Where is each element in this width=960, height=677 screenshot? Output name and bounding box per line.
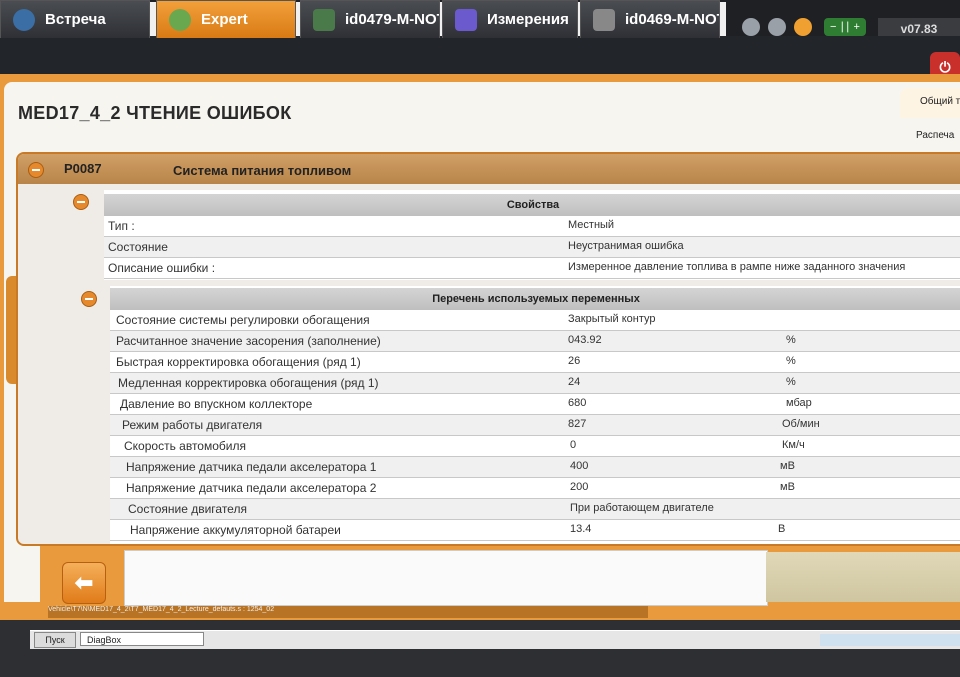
row-label: Давление во впускном коллекторе	[120, 397, 313, 411]
collapse-variables-icon[interactable]	[81, 291, 97, 307]
right-tab-print[interactable]: Распеча	[900, 122, 960, 152]
system-tray	[820, 634, 960, 646]
collapse-properties-icon[interactable]	[73, 194, 89, 210]
table-row: Состояние двигателя При работающем двига…	[110, 499, 960, 520]
table-row: Напряжение датчика педали акселератора 1…	[110, 457, 960, 478]
tab-vstrecha[interactable]: Встреча	[0, 0, 150, 38]
network-icon[interactable]	[768, 18, 786, 36]
tab-label: id0469-M-NOT...	[625, 11, 719, 28]
table-row: Напряжение аккумуляторной батареи 13.4 В	[110, 520, 960, 541]
page-title: MED17_4_2 ЧТЕНИЕ ОШИБОК	[18, 103, 292, 123]
table-row: Состояние Неустранимая ошибка	[104, 237, 960, 258]
tab-expert[interactable]: Expert	[156, 0, 296, 38]
tab-label: Измерения	[487, 11, 569, 28]
properties-section: Свойства Тип : Местный Состояние Неустра…	[104, 190, 960, 280]
tab-label: id0479-M-NOT...	[345, 11, 439, 28]
table-row: Давление во впускном коллекторе 680 мбар	[110, 394, 960, 415]
row-label: Расчитанное значение засорения (заполнен…	[116, 334, 381, 348]
row-unit: %	[786, 334, 796, 346]
tab-id0469[interactable]: id0469-M-NOT...	[580, 0, 720, 38]
collapse-fault-icon[interactable]	[28, 162, 44, 178]
table-row: Медленная корректировка обогащения (ряд …	[110, 373, 960, 394]
table-row: Скорость автомобиля 0 Км/ч	[110, 436, 960, 457]
row-value: 13.4	[570, 523, 592, 535]
row-value: Местный	[568, 219, 615, 231]
row-value: 043.92	[568, 334, 602, 346]
document-icon	[593, 9, 615, 31]
row-value: 24	[568, 376, 581, 388]
right-tab-general[interactable]: Общий т	[900, 88, 960, 118]
row-unit: мВ	[780, 481, 795, 493]
row-value: 200	[570, 481, 589, 493]
document-icon	[313, 9, 335, 31]
variables-section: Перечень используемых переменных Состоян…	[110, 286, 960, 544]
download-icon[interactable]	[742, 18, 760, 36]
row-label: Тип :	[108, 219, 135, 233]
taskbar-item-diagbox[interactable]: DiagBox	[80, 632, 204, 646]
row-label: Напряжение датчика педали акселератора 2	[126, 481, 377, 495]
properties-header: Свойства	[104, 194, 960, 216]
row-label: Описание ошибки :	[108, 261, 216, 275]
table-row: Состояние системы регулировки обогащения…	[110, 310, 960, 331]
fault-description: Система питания топливом	[173, 163, 352, 178]
tab-label: Expert	[201, 11, 248, 28]
row-value: 400	[570, 460, 589, 472]
tab-measurements[interactable]: Измерения	[442, 0, 578, 38]
row-unit: мВ	[780, 460, 795, 472]
message-box	[124, 550, 768, 606]
status-path: Vehicle\T7\N\MED17_4_2\T7_MED17_4_2_Lect…	[48, 606, 648, 618]
row-value: 827	[568, 418, 587, 430]
fault-code: P0087	[64, 161, 102, 176]
row-value: 0	[570, 439, 577, 451]
table-row: Описание ошибки : Измеренное давление то…	[104, 258, 960, 279]
battery-indicator: − ∣∣ +	[824, 18, 866, 36]
row-label: Состояние системы регулировки обогащения	[116, 313, 370, 327]
magnifier-icon	[169, 9, 191, 31]
table-row: Расчитанное значение засорения (заполнен…	[110, 331, 960, 352]
row-label: Состояние	[108, 240, 168, 254]
fault-header	[18, 154, 960, 184]
message-area-right	[766, 552, 960, 602]
meeting-icon	[13, 9, 35, 31]
fault-panel: P0087 Система питания топливом Свойства …	[16, 152, 960, 546]
row-label: Режим работы двигателя	[122, 418, 263, 432]
row-value: Неустранимая ошибка	[568, 240, 684, 252]
row-unit: В	[778, 523, 786, 535]
row-label: Быстрая корректировка обогащения (ряд 1)	[116, 355, 361, 369]
row-unit: %	[786, 376, 796, 388]
row-value: Измеренное давление топлива в рампе ниже…	[568, 261, 906, 273]
row-label: Скорость автомобиля	[124, 439, 246, 453]
row-unit: мбар	[786, 397, 812, 409]
tab-label: Встреча	[45, 11, 106, 28]
row-unit: %	[786, 355, 796, 367]
row-value: 26	[568, 355, 581, 367]
table-row: Напряжение датчика педали акселератора 2…	[110, 478, 960, 499]
start-button[interactable]: Пуск	[34, 632, 76, 648]
row-label: Состояние двигателя	[128, 502, 247, 516]
row-value: 680	[568, 397, 587, 409]
row-value: При работающем двигателе	[570, 502, 714, 514]
tab-id0479[interactable]: id0479-M-NOT...	[300, 0, 440, 38]
row-value: Закрытый контур	[568, 313, 656, 325]
table-row: Быстрая корректировка обогащения (ряд 1)…	[110, 352, 960, 373]
table-row: Тип : Местный	[104, 216, 960, 237]
row-label: Напряжение аккумуляторной батареи	[130, 523, 341, 537]
row-unit: Об/мин	[782, 418, 820, 430]
variables-header: Перечень используемых переменных	[110, 288, 960, 310]
waveform-icon	[455, 9, 477, 31]
row-label: Напряжение датчика педали акселератора 1	[126, 460, 377, 474]
tab-bar	[0, 36, 960, 76]
email-icon[interactable]	[794, 18, 812, 36]
back-arrow-icon[interactable]: ⬅	[62, 562, 106, 604]
row-label: Медленная корректировка обогащения (ряд …	[118, 376, 379, 390]
row-unit: Км/ч	[782, 439, 805, 451]
table-row: Режим работы двигателя 827 Об/мин	[110, 415, 960, 436]
